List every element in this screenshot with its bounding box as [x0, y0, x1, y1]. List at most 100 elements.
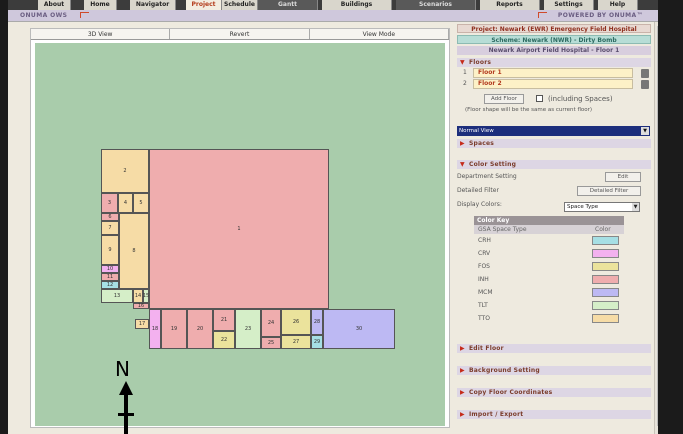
project-title[interactable]: Project: Newark (EWR) Emergency Field Ho… — [457, 24, 651, 33]
room-3[interactable]: 3 — [101, 193, 118, 213]
color-swatch[interactable] — [592, 314, 619, 323]
color-key-header: GSA Space Type Color — [474, 225, 624, 234]
room-21[interactable]: 21 — [213, 309, 235, 331]
background-setting-section-header[interactable]: ▶ Background Setting — [457, 366, 651, 375]
floor-name[interactable]: Floor 1 — [473, 68, 633, 78]
brand-left-label: ONUMA OWS — [20, 12, 68, 19]
space-type-code: INH — [478, 276, 489, 283]
room-18[interactable]: 18 — [149, 309, 161, 349]
menu-help[interactable]: Help — [598, 0, 638, 10]
expand-arrow-icon: ▶ — [460, 411, 465, 418]
tab-revert[interactable]: Revert — [170, 29, 310, 39]
room-16[interactable]: 16 — [133, 303, 149, 309]
room-14[interactable]: 14 — [133, 289, 143, 303]
room-22[interactable]: 22 — [213, 331, 235, 349]
color-setting-section-header[interactable]: ▼ Color Setting — [457, 160, 651, 169]
color-swatch[interactable] — [592, 275, 619, 284]
view-select-value: Normal View — [459, 128, 494, 134]
room-1[interactable]: 1 — [149, 149, 329, 309]
col-type-header: GSA Space Type — [478, 226, 527, 233]
scheme-title[interactable]: Scheme: Newark (NWR) - Dirty Bomb — [457, 35, 651, 44]
main-frame: About Home Navigator Project Schedule Ga… — [8, 0, 677, 434]
color-swatch[interactable] — [592, 236, 619, 245]
brand-bar: ONUMA OWS POWERED BY ONUMA™ — [8, 10, 677, 22]
space-type-code: TLT — [478, 302, 488, 309]
menu-scenarios[interactable]: Scenarios — [396, 0, 476, 10]
menu-navigator[interactable]: Navigator — [130, 0, 176, 10]
room-11[interactable]: 11 — [101, 273, 119, 281]
room-13[interactable]: 13 — [101, 289, 133, 303]
tab-3d-view[interactable]: 3D View — [31, 29, 171, 39]
collapse-arrow-icon: ▼ — [460, 59, 465, 66]
floor-name[interactable]: Floor 2 — [473, 79, 633, 89]
room-23[interactable]: 23 — [235, 309, 261, 349]
color-swatch[interactable] — [592, 262, 619, 271]
color-key-title: Color Key — [474, 216, 624, 225]
room-4[interactable]: 4 — [118, 193, 133, 213]
room-10[interactable]: 10 — [101, 265, 119, 273]
floor-row[interactable]: 2 Floor 2 — [463, 79, 649, 89]
copy-floor-coordinates-section-header[interactable]: ▶ Copy Floor Coordinates — [457, 388, 651, 397]
floor-row[interactable]: 1 Floor 1 — [463, 68, 649, 78]
display-colors-select[interactable]: Space Type ▼ — [564, 202, 640, 212]
room-27[interactable]: 27 — [281, 335, 311, 349]
add-floor-button[interactable]: Add Floor — [484, 94, 524, 104]
red-marker-icon — [80, 12, 89, 18]
menu-gantt[interactable]: Gantt — [258, 0, 318, 10]
chevron-down-icon[interactable]: ▼ — [632, 203, 639, 211]
color-swatch[interactable] — [592, 249, 619, 258]
room-26[interactable]: 26 — [281, 309, 311, 335]
space-type-code: MCM — [478, 289, 493, 296]
color-key-row: INH — [474, 273, 624, 286]
room-2[interactable]: 2 — [101, 149, 149, 193]
menu-about[interactable]: About — [38, 0, 71, 10]
trash-icon[interactable] — [641, 69, 649, 78]
menu-settings[interactable]: Settings — [544, 0, 594, 10]
room-29[interactable]: 29 — [311, 335, 323, 349]
room-5[interactable]: 5 — [133, 193, 149, 213]
room-6[interactable]: 6 — [101, 213, 119, 221]
edit-button[interactable]: Edit — [605, 172, 641, 182]
room-7[interactable]: 7 — [101, 221, 119, 235]
color-key-row: FOS — [474, 260, 624, 273]
menu-project[interactable]: Project — [186, 0, 222, 10]
spaces-section-header[interactable]: ▶ Spaces — [457, 139, 651, 148]
import-export-section-header[interactable]: ▶ Import / Export — [457, 410, 651, 419]
room-24[interactable]: 24 — [261, 309, 281, 337]
view-select[interactable]: Normal View ▼ — [457, 126, 650, 136]
including-spaces-checkbox[interactable] — [536, 95, 543, 102]
room-8[interactable]: 8 — [119, 213, 149, 289]
room-20[interactable]: 20 — [187, 309, 213, 349]
north-arrow-icon: N — [111, 357, 141, 434]
window-edge — [658, 0, 683, 434]
room-12[interactable]: 12 — [101, 281, 119, 289]
room-30[interactable]: 30 — [323, 309, 395, 349]
room-28[interactable]: 28 — [311, 309, 323, 335]
room-25[interactable]: 25 — [261, 337, 281, 349]
menu-buildings[interactable]: Buildings — [322, 0, 392, 10]
menu-reports[interactable]: Reports — [480, 0, 540, 10]
color-swatch[interactable] — [592, 288, 619, 297]
space-type-code: FOS — [478, 263, 490, 270]
color-swatch[interactable] — [592, 301, 619, 310]
color-setting-header-label: Color Setting — [469, 161, 517, 168]
trash-icon[interactable] — [641, 80, 649, 89]
floors-section-header[interactable]: ▼ Floors — [457, 58, 651, 67]
room-15[interactable]: 15 — [143, 289, 149, 303]
color-key-row: CRV — [474, 247, 624, 260]
top-menu-bar: About Home Navigator Project Schedule Ga… — [8, 0, 677, 10]
edit-floor-section-header[interactable]: ▶ Edit Floor — [457, 344, 651, 353]
chevron-down-icon[interactable]: ▼ — [641, 127, 649, 135]
detailed-filter-button[interactable]: Detailed Filter — [577, 186, 641, 196]
room-9[interactable]: 9 — [101, 235, 119, 265]
tab-view-mode[interactable]: View Mode — [310, 29, 449, 39]
menu-schedule[interactable]: Schedule — [222, 0, 258, 10]
col-color-header: Color — [595, 226, 611, 233]
menu-home[interactable]: Home — [84, 0, 117, 10]
room-19[interactable]: 19 — [161, 309, 187, 349]
floor-title: Newark Airport Field Hospital - Floor 1 — [457, 46, 651, 55]
background-setting-header-label: Background Setting — [469, 367, 540, 374]
floor-shape-note: (Floor shape will be the same as current… — [465, 107, 593, 113]
room-17[interactable]: 17 — [135, 319, 149, 329]
color-key-table: Color Key GSA Space Type Color CRH CRV FOS… — [474, 216, 624, 325]
